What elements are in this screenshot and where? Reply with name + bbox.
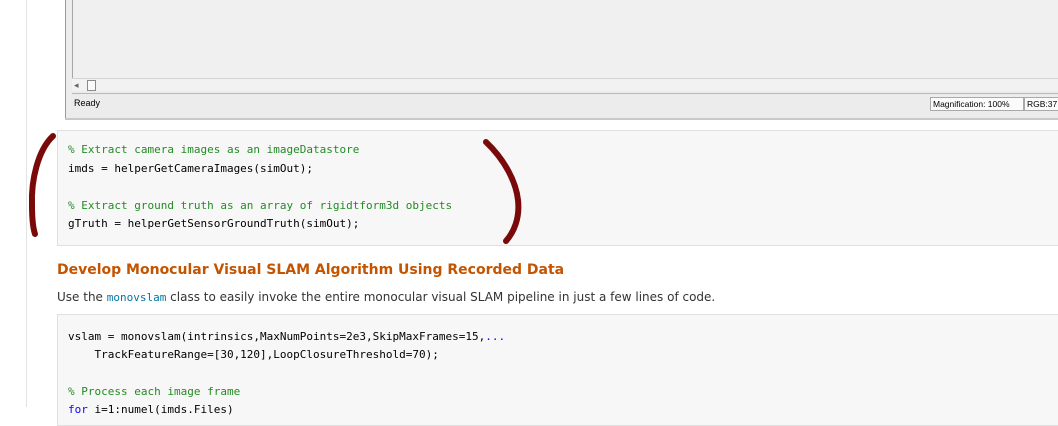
rgb-readout: RGB:37	[1024, 97, 1058, 111]
code-line: for i=1:numel(imds.Files)	[68, 403, 234, 416]
left-ink-bracket	[28, 133, 56, 237]
code-comment: % Extract camera images as an imageDatas…	[68, 143, 360, 156]
section-heading: Develop Monocular Visual SLAM Algorithm …	[57, 262, 565, 278]
intro-paragraph: Use the monovslam class to easily invoke…	[57, 290, 715, 304]
figure-status-bar: Ready Magnification: 100% RGB:37	[72, 93, 1058, 114]
monovslam-link[interactable]: monovslam	[107, 291, 167, 304]
code-block-extract-data: % Extract camera images as an imageDatas…	[57, 130, 1058, 246]
intro-text-after: class to easily invoke the entire monocu…	[166, 290, 716, 304]
figure-bottom-border	[65, 118, 1058, 120]
code-line: vslam = monovslam(intrinsics,MaxNumPoint…	[68, 330, 505, 343]
for-keyword: for	[68, 403, 88, 416]
code-line: TrackFeatureRange=[30,120],LoopClosureTh…	[68, 348, 439, 361]
horizontal-scrollbar[interactable]: ◂	[72, 78, 1058, 91]
figure-window: ◂ Ready Magnification: 100% RGB:37	[65, 0, 1058, 119]
scrollbar-thumb[interactable]	[87, 80, 96, 91]
code-comment: % Extract ground truth as an array of ri…	[68, 199, 453, 212]
scroll-left-arrow-icon[interactable]: ◂	[74, 79, 79, 91]
code-line: gTruth = helperGetSensorGroundTruth(simO…	[68, 217, 360, 230]
content-left-rule	[26, 0, 27, 407]
code-line: imds = helperGetCameraImages(simOut);	[68, 162, 314, 175]
status-text: Ready	[74, 98, 101, 108]
intro-text-before: Use the	[57, 290, 107, 304]
figure-canvas	[72, 0, 1058, 90]
line-continuation: ...	[485, 330, 506, 343]
code-text: vslam = monovslam(intrinsics,MaxNumPoint…	[68, 330, 486, 343]
magnification-field: Magnification: 100%	[930, 97, 1024, 111]
code-text: i=1:numel(imds.Files)	[87, 403, 234, 416]
code-block-monovslam: vslam = monovslam(intrinsics,MaxNumPoint…	[57, 314, 1058, 426]
code-comment: % Process each image frame	[68, 385, 241, 398]
